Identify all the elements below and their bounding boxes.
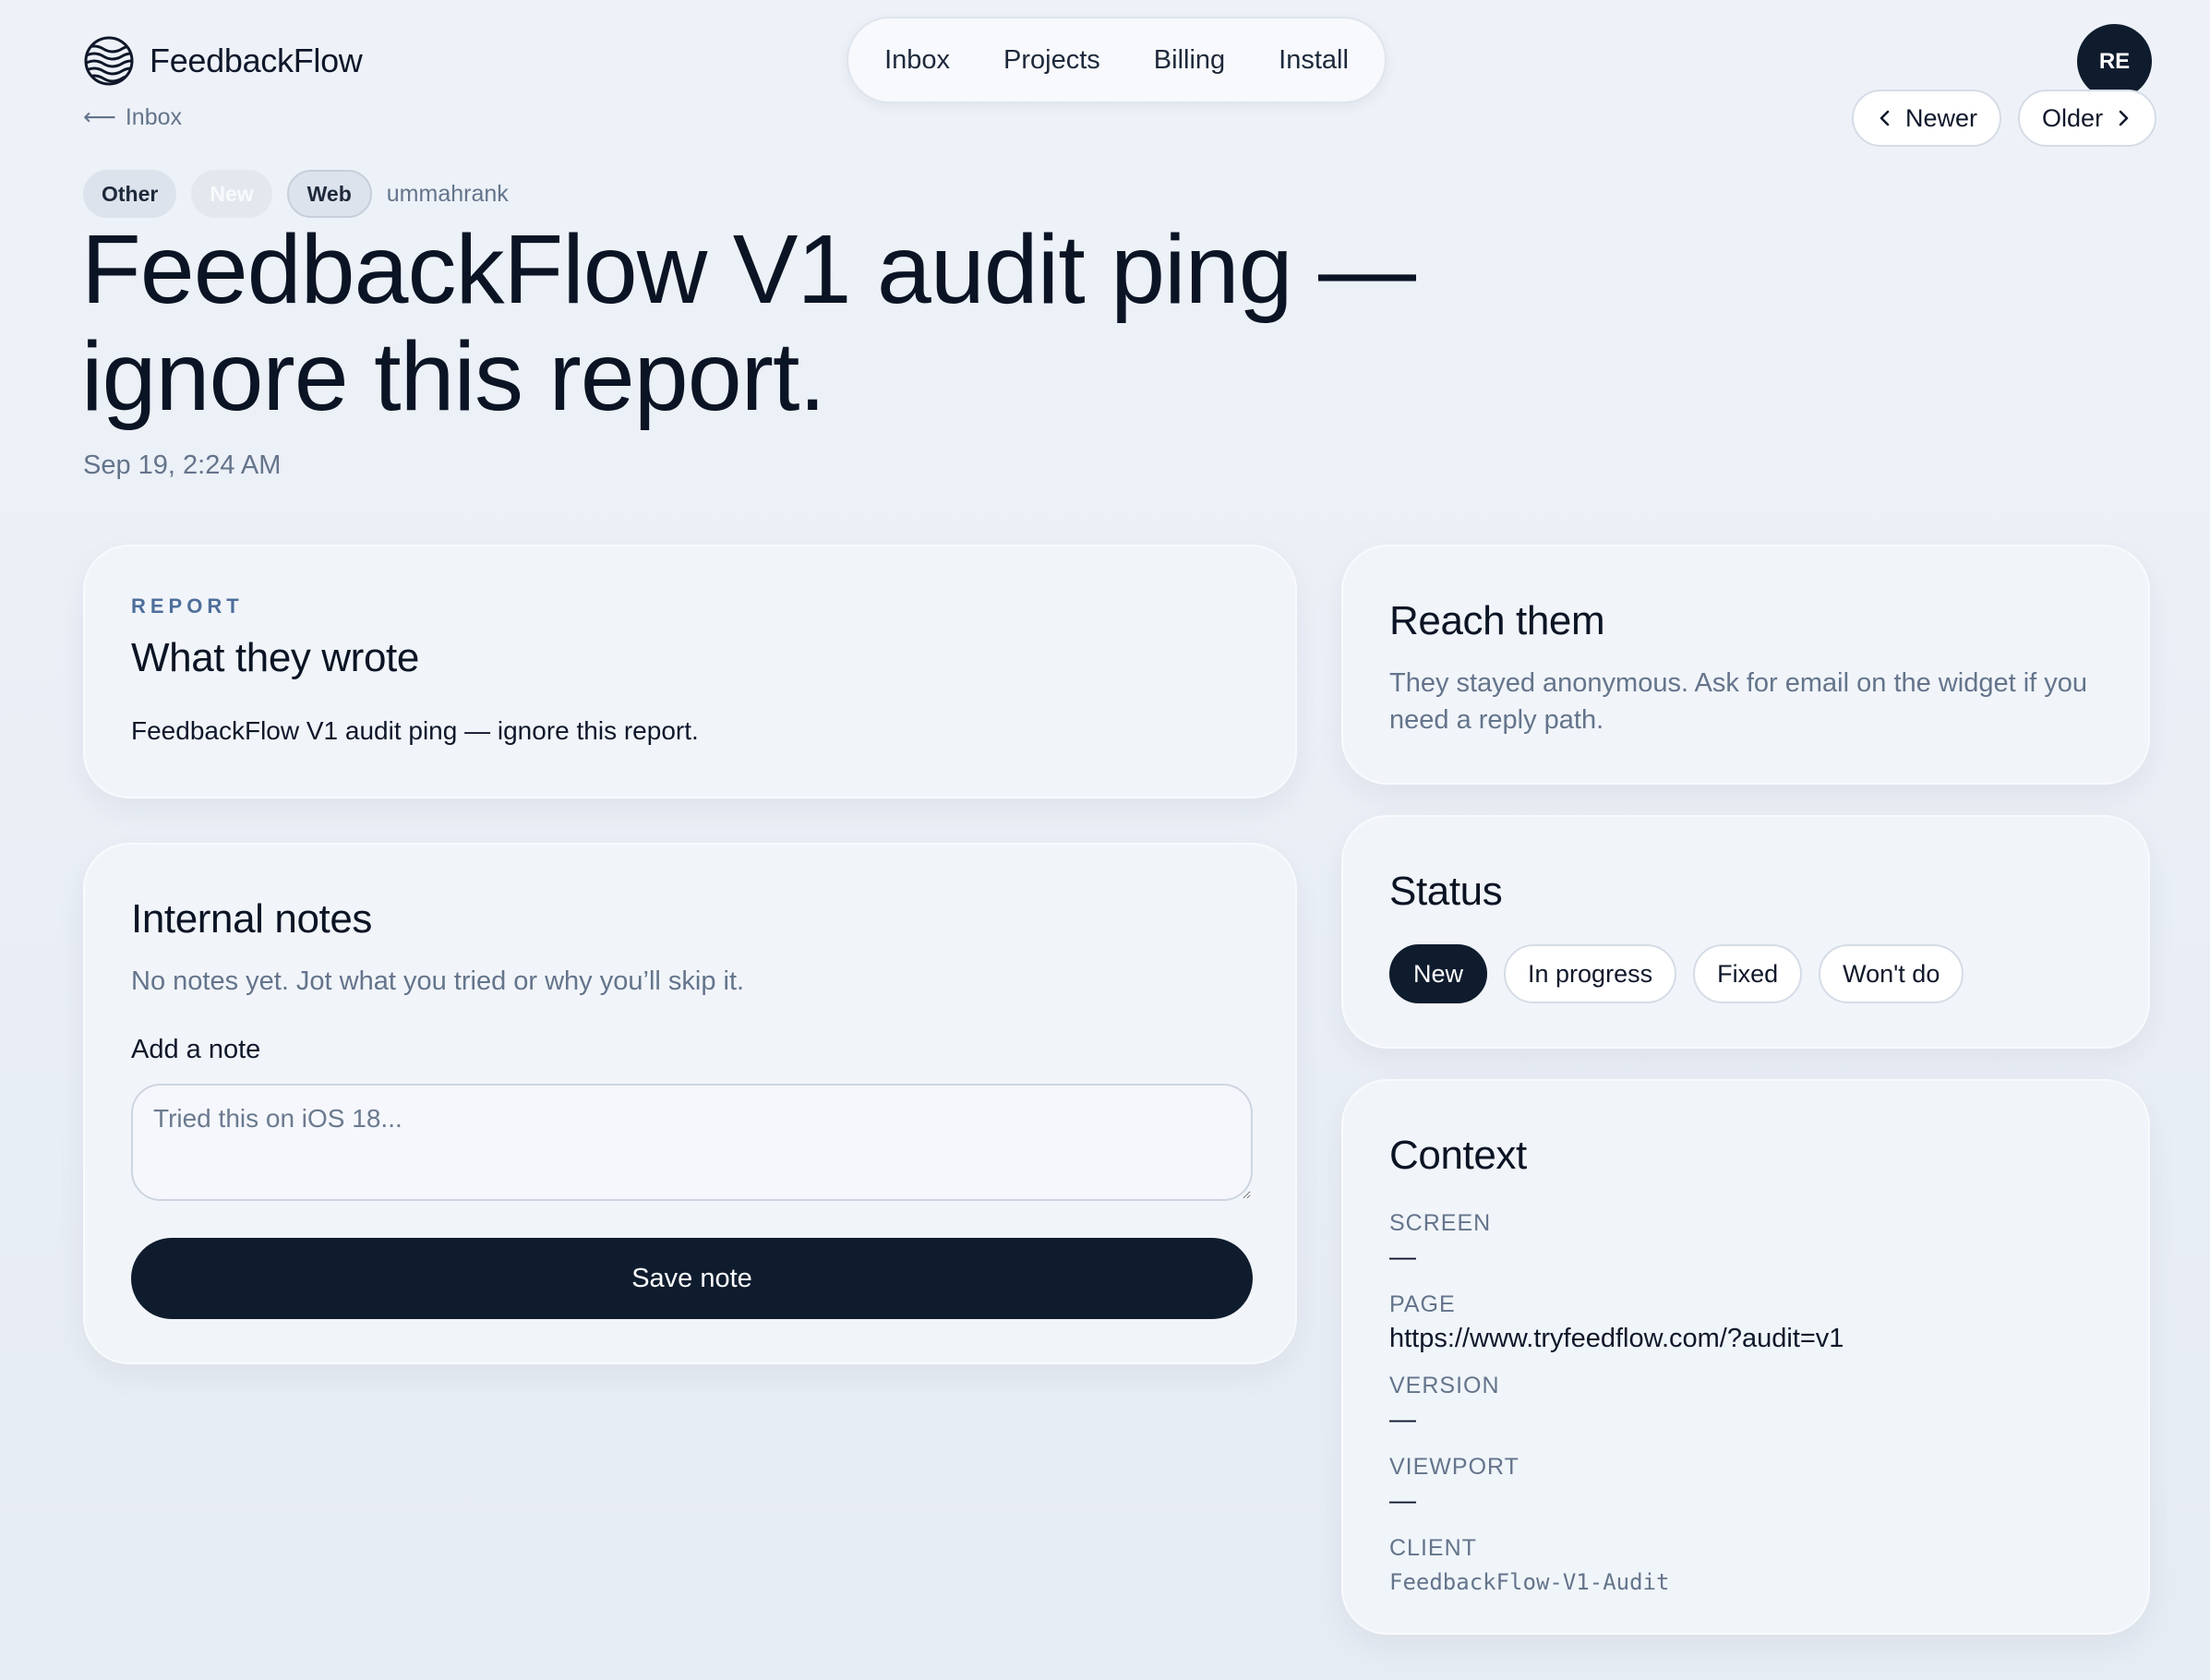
- context-fields: SCREEN — PAGE https://www.tryfeedflow.co…: [1389, 1206, 2109, 1613]
- reporter-username: ummahrank: [386, 180, 509, 207]
- context-value: —: [1389, 1405, 1416, 1434]
- context-field-page: PAGE https://www.tryfeedflow.com/?audit=…: [1389, 1288, 2109, 1356]
- report-date: Sep 19, 2:24 AM: [83, 450, 282, 480]
- nav-item-billing[interactable]: Billing: [1127, 45, 1252, 76]
- platform-badge: Web: [286, 170, 372, 218]
- user-avatar[interactable]: RE: [2077, 24, 2152, 99]
- chevron-right-icon: [2119, 110, 2129, 126]
- report-body: FeedbackFlow V1 audit ping — ignore this…: [131, 716, 699, 745]
- status-option-in-progress[interactable]: In progress: [1504, 944, 1677, 1003]
- newer-label: Newer: [1905, 103, 1978, 132]
- pager: Newer Older: [1852, 90, 2157, 147]
- context-key: PAGE: [1389, 1291, 1456, 1317]
- reach-body: They stayed anonymous. Ask for email on …: [1389, 668, 2088, 735]
- status-heading: Status: [1389, 869, 1503, 914]
- page: FeedbackFlow Inbox Projects Billing Inst…: [0, 0, 2210, 1680]
- report-heading: What they wrote: [131, 635, 419, 680]
- note-input[interactable]: [131, 1084, 1253, 1201]
- report-eyebrow: REPORT: [131, 594, 244, 618]
- report-tags: Other New Web ummahrank: [83, 170, 509, 218]
- context-value[interactable]: https://www.tryfeedflow.com/?audit=v1: [1389, 1321, 2109, 1356]
- main-nav: Inbox Projects Billing Install: [847, 17, 1387, 103]
- internal-notes-card: Internal notes No notes yet. Jot what yo…: [83, 843, 1297, 1364]
- back-to-inbox-link[interactable]: ⟵ Inbox: [83, 103, 182, 131]
- context-key: CLIENT: [1389, 1535, 1477, 1561]
- status-card: Status New In progress Fixed Won't do: [1341, 815, 2150, 1049]
- arrow-left-icon: ⟵: [83, 104, 116, 130]
- context-value: —: [1389, 1486, 1416, 1516]
- status-option-new[interactable]: New: [1389, 944, 1488, 1003]
- context-field-screen: SCREEN —: [1389, 1206, 2109, 1275]
- brand-name: FeedbackFlow: [150, 42, 363, 79]
- context-key: VIEWPORT: [1389, 1454, 1519, 1480]
- nav-item-inbox[interactable]: Inbox: [858, 45, 977, 76]
- context-heading: Context: [1389, 1133, 1527, 1178]
- nav-item-projects[interactable]: Projects: [977, 45, 1127, 76]
- status-option-wont-do[interactable]: Won't do: [1819, 944, 1964, 1003]
- status-options: New In progress Fixed Won't do: [1389, 944, 1964, 1003]
- wave-globe-icon: [84, 36, 134, 86]
- page-title: FeedbackFlow V1 audit ping — ignore this…: [81, 215, 1416, 431]
- status-badge: New: [191, 170, 272, 218]
- context-value: FeedbackFlow-V1-Audit: [1389, 1569, 1670, 1595]
- status-option-fixed[interactable]: Fixed: [1693, 944, 1803, 1003]
- reach-them-card: Reach them They stayed anonymous. Ask fo…: [1341, 545, 2150, 785]
- report-card: REPORT What they wrote FeedbackFlow V1 a…: [83, 545, 1297, 798]
- reach-heading: Reach them: [1389, 598, 1605, 643]
- save-note-button[interactable]: Save note: [131, 1238, 1253, 1319]
- newer-button[interactable]: Newer: [1852, 90, 2002, 147]
- category-badge: Other: [83, 170, 177, 218]
- chevron-left-icon: [1880, 110, 1890, 126]
- context-field-version: VERSION —: [1389, 1369, 2109, 1437]
- context-card: Context SCREEN — PAGE https://www.tryfee…: [1341, 1079, 2150, 1635]
- context-field-client: CLIENT FeedbackFlow-V1-Audit: [1389, 1531, 2109, 1600]
- notes-heading: Internal notes: [131, 896, 373, 942]
- back-link-label: Inbox: [125, 103, 183, 130]
- nav-item-install[interactable]: Install: [1252, 45, 1375, 76]
- add-note-label: Add a note: [131, 1035, 261, 1064]
- context-key: SCREEN: [1389, 1210, 1492, 1236]
- notes-empty-state: No notes yet. Jot what you tried or why …: [131, 966, 745, 996]
- context-field-viewport: VIEWPORT —: [1389, 1450, 2109, 1518]
- older-label: Older: [2042, 103, 2104, 132]
- brand[interactable]: FeedbackFlow: [83, 35, 363, 87]
- older-button[interactable]: Older: [2018, 90, 2157, 147]
- context-key: VERSION: [1389, 1373, 1500, 1398]
- context-value: —: [1389, 1242, 1416, 1272]
